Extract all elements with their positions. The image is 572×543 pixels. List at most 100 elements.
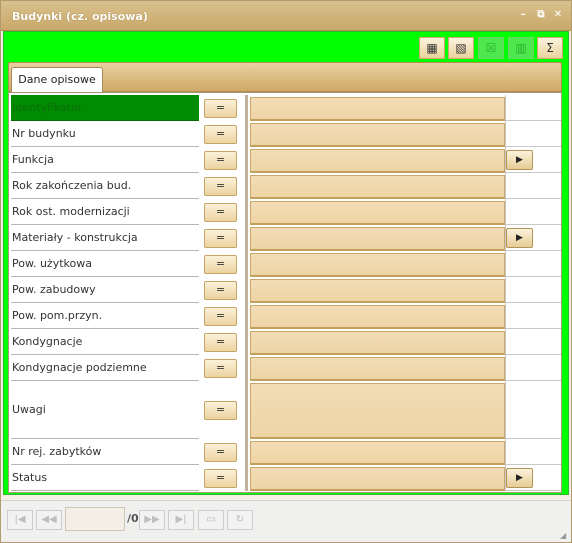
field-row: Identyfikator = bbox=[9, 95, 561, 121]
minimize-icon[interactable]: – bbox=[517, 9, 529, 21]
column-divider bbox=[245, 251, 248, 277]
column-divider bbox=[245, 465, 248, 491]
value-field[interactable] bbox=[250, 253, 505, 277]
operator-button[interactable]: = bbox=[204, 125, 237, 144]
column-divider bbox=[245, 225, 248, 251]
open-icon[interactable]: ▭ bbox=[198, 510, 224, 530]
operator-button[interactable]: = bbox=[204, 359, 237, 378]
close-icon[interactable]: ✕ bbox=[552, 9, 564, 21]
operator-button[interactable]: = bbox=[204, 469, 237, 488]
page-total: /0 bbox=[127, 512, 139, 525]
prev-page-button[interactable]: ◀◀ bbox=[36, 510, 62, 530]
field-row: Uwagi = bbox=[9, 381, 561, 439]
field-aux-cell bbox=[505, 95, 561, 121]
field-aux-cell bbox=[505, 355, 561, 381]
field-label: Pow. użytkowa bbox=[11, 251, 199, 277]
field-label: Identyfikator bbox=[11, 95, 199, 121]
column-divider bbox=[245, 199, 248, 225]
field-label: Status bbox=[11, 465, 199, 491]
grid-icon[interactable]: ▥ bbox=[508, 37, 534, 59]
operator-button[interactable]: = bbox=[204, 307, 237, 326]
field-label: Rok ost. modernizacji bbox=[11, 199, 199, 225]
value-field[interactable] bbox=[250, 331, 505, 355]
field-label: Nr rej. zabytków bbox=[11, 439, 199, 465]
value-field[interactable] bbox=[250, 175, 505, 199]
field-label: Uwagi bbox=[11, 381, 199, 439]
field-row: Funkcja = ▶ bbox=[9, 147, 561, 173]
field-row: Pow. pom.przyn. = bbox=[9, 303, 561, 329]
resize-handle-icon[interactable]: ◢ bbox=[560, 531, 568, 540]
field-row: Nr budynku = bbox=[9, 121, 561, 147]
operator-button[interactable]: = bbox=[204, 151, 237, 170]
field-aux-cell bbox=[505, 199, 561, 225]
operator-button[interactable]: = bbox=[204, 333, 237, 352]
dictionary-arrow-button[interactable]: ▶ bbox=[506, 150, 533, 170]
column-divider bbox=[245, 173, 248, 199]
field-label: Kondygnacje podziemne bbox=[11, 355, 199, 381]
value-field[interactable] bbox=[250, 467, 505, 491]
column-divider bbox=[245, 147, 248, 173]
dictionary-arrow-button[interactable]: ▶ bbox=[506, 228, 533, 248]
dictionary-arrow-button[interactable]: ▶ bbox=[506, 468, 533, 488]
field-row: Rok zakończenia bud. = bbox=[9, 173, 561, 199]
column-divider bbox=[245, 355, 248, 381]
field-row: Pow. zabudowy = bbox=[9, 277, 561, 303]
value-field[interactable] bbox=[250, 227, 505, 251]
next-page-button[interactable]: ▶▶ bbox=[139, 510, 165, 530]
pager-bar: |◀ ◀◀ /0 ▶▶ ▶| ▭ ↻ ◢ bbox=[1, 500, 571, 542]
operator-button[interactable]: = bbox=[204, 281, 237, 300]
value-field[interactable] bbox=[250, 201, 505, 225]
fields-panel: Identyfikator = Nr budynku = Funkcja = ▶ Rok za… bbox=[8, 92, 562, 493]
field-label: Nr budynku bbox=[11, 121, 199, 147]
field-aux-cell bbox=[505, 381, 561, 439]
textarea-field[interactable] bbox=[250, 383, 505, 439]
value-field[interactable] bbox=[250, 441, 505, 465]
field-label: Pow. pom.przyn. bbox=[11, 303, 199, 329]
column-divider bbox=[245, 381, 248, 439]
refresh-icon[interactable]: ↻ bbox=[227, 510, 253, 530]
window: Budynki (cz. opisowa) – ⧉ ✕ ▦ ▧ ☒ ▥ Σ Da… bbox=[0, 0, 572, 543]
field-aux-cell bbox=[505, 251, 561, 277]
column-divider bbox=[245, 439, 248, 465]
column-divider bbox=[245, 95, 248, 121]
value-field[interactable] bbox=[250, 279, 505, 303]
sum-icon[interactable]: Σ bbox=[537, 37, 563, 59]
form-cancel-icon[interactable]: ▧ bbox=[448, 37, 474, 59]
popout-icon[interactable]: ⧉ bbox=[535, 9, 547, 21]
window-title: Budynki (cz. opisowa) bbox=[12, 10, 148, 23]
value-field[interactable] bbox=[250, 357, 505, 381]
operator-button[interactable]: = bbox=[204, 443, 237, 462]
operator-button[interactable]: = bbox=[204, 255, 237, 274]
field-aux-cell bbox=[505, 173, 561, 199]
field-label: Pow. zabudowy bbox=[11, 277, 199, 303]
value-field[interactable] bbox=[250, 123, 505, 147]
tab-dane-opisowe[interactable]: Dane opisowe bbox=[11, 67, 103, 92]
tab-bar: Dane opisowe bbox=[8, 62, 562, 92]
field-row: Kondygnacje = bbox=[9, 329, 561, 355]
field-label: Kondygnacje bbox=[11, 329, 199, 355]
title-bar[interactable]: Budynki (cz. opisowa) – ⧉ ✕ bbox=[1, 1, 571, 31]
field-row: Nr rej. zabytków = bbox=[9, 439, 561, 465]
column-divider bbox=[245, 277, 248, 303]
field-label: Funkcja bbox=[11, 147, 199, 173]
column-divider bbox=[245, 329, 248, 355]
operator-button[interactable]: = bbox=[204, 177, 237, 196]
value-field[interactable] bbox=[250, 97, 505, 121]
field-aux-cell bbox=[505, 277, 561, 303]
page-number-input[interactable] bbox=[65, 507, 125, 531]
field-row: Status = ▶ bbox=[9, 465, 561, 491]
operator-button[interactable]: = bbox=[204, 229, 237, 248]
operator-button[interactable]: = bbox=[204, 203, 237, 222]
first-page-button[interactable]: |◀ bbox=[7, 510, 33, 530]
field-aux-cell bbox=[505, 303, 561, 329]
form-icon[interactable]: ▦ bbox=[419, 37, 445, 59]
field-label: Rok zakończenia bud. bbox=[11, 173, 199, 199]
value-field[interactable] bbox=[250, 149, 505, 173]
operator-button[interactable]: = bbox=[204, 99, 237, 118]
excel-icon[interactable]: ☒ bbox=[478, 37, 504, 59]
value-field[interactable] bbox=[250, 305, 505, 329]
operator-button[interactable]: = bbox=[204, 401, 237, 420]
field-row: Kondygnacje podziemne = bbox=[9, 355, 561, 381]
last-page-button[interactable]: ▶| bbox=[168, 510, 194, 530]
field-row: Rok ost. modernizacji = bbox=[9, 199, 561, 225]
